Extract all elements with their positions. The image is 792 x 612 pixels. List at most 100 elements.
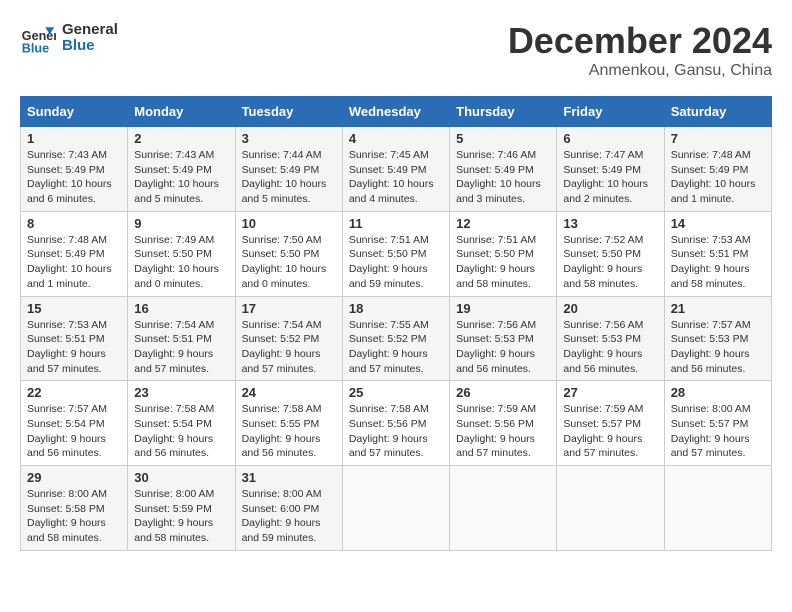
calendar-week-1: 1 Sunrise: 7:43 AM Sunset: 5:49 PM Dayli… xyxy=(21,127,772,212)
weekday-header-monday: Monday xyxy=(128,97,235,127)
calendar-cell: 24 Sunrise: 7:58 AM Sunset: 5:55 PM Dayl… xyxy=(235,381,342,466)
day-number: 24 xyxy=(242,385,336,400)
calendar-cell: 9 Sunrise: 7:49 AM Sunset: 5:50 PM Dayli… xyxy=(128,211,235,296)
day-number: 19 xyxy=(456,301,550,316)
calendar-cell: 10 Sunrise: 7:50 AM Sunset: 5:50 PM Dayl… xyxy=(235,211,342,296)
day-info: Sunrise: 7:43 AM Sunset: 5:49 PM Dayligh… xyxy=(134,148,228,207)
day-info: Sunrise: 7:58 AM Sunset: 5:56 PM Dayligh… xyxy=(349,402,443,461)
calendar-cell: 17 Sunrise: 7:54 AM Sunset: 5:52 PM Dayl… xyxy=(235,296,342,381)
weekday-header-wednesday: Wednesday xyxy=(342,97,449,127)
calendar-cell: 15 Sunrise: 7:53 AM Sunset: 5:51 PM Dayl… xyxy=(21,296,128,381)
calendar-cell: 1 Sunrise: 7:43 AM Sunset: 5:49 PM Dayli… xyxy=(21,127,128,212)
calendar-cell: 26 Sunrise: 7:59 AM Sunset: 5:56 PM Dayl… xyxy=(450,381,557,466)
weekday-header-thursday: Thursday xyxy=(450,97,557,127)
calendar-cell xyxy=(664,466,771,551)
day-info: Sunrise: 7:54 AM Sunset: 5:52 PM Dayligh… xyxy=(242,318,336,377)
day-number: 11 xyxy=(349,216,443,231)
day-number: 21 xyxy=(671,301,765,316)
day-info: Sunrise: 7:50 AM Sunset: 5:50 PM Dayligh… xyxy=(242,233,336,292)
day-number: 29 xyxy=(27,470,121,485)
calendar-cell: 6 Sunrise: 7:47 AM Sunset: 5:49 PM Dayli… xyxy=(557,127,664,212)
logo: General Blue GeneralBlue xyxy=(20,20,118,56)
day-info: Sunrise: 8:00 AM Sunset: 5:59 PM Dayligh… xyxy=(134,487,228,546)
day-number: 10 xyxy=(242,216,336,231)
calendar-cell: 21 Sunrise: 7:57 AM Sunset: 5:53 PM Dayl… xyxy=(664,296,771,381)
day-info: Sunrise: 7:57 AM Sunset: 5:53 PM Dayligh… xyxy=(671,318,765,377)
day-info: Sunrise: 7:53 AM Sunset: 5:51 PM Dayligh… xyxy=(27,318,121,377)
day-number: 1 xyxy=(27,131,121,146)
day-info: Sunrise: 7:51 AM Sunset: 5:50 PM Dayligh… xyxy=(456,233,550,292)
day-info: Sunrise: 7:58 AM Sunset: 5:54 PM Dayligh… xyxy=(134,402,228,461)
day-info: Sunrise: 7:51 AM Sunset: 5:50 PM Dayligh… xyxy=(349,233,443,292)
calendar-cell: 16 Sunrise: 7:54 AM Sunset: 5:51 PM Dayl… xyxy=(128,296,235,381)
calendar-cell: 31 Sunrise: 8:00 AM Sunset: 6:00 PM Dayl… xyxy=(235,466,342,551)
calendar-cell: 3 Sunrise: 7:44 AM Sunset: 5:49 PM Dayli… xyxy=(235,127,342,212)
day-info: Sunrise: 7:43 AM Sunset: 5:49 PM Dayligh… xyxy=(27,148,121,207)
calendar-cell: 27 Sunrise: 7:59 AM Sunset: 5:57 PM Dayl… xyxy=(557,381,664,466)
calendar-cell: 4 Sunrise: 7:45 AM Sunset: 5:49 PM Dayli… xyxy=(342,127,449,212)
day-number: 13 xyxy=(563,216,657,231)
day-number: 28 xyxy=(671,385,765,400)
page-header: General Blue GeneralBlue December 2024 A… xyxy=(20,20,772,80)
calendar-cell: 20 Sunrise: 7:56 AM Sunset: 5:53 PM Dayl… xyxy=(557,296,664,381)
day-info: Sunrise: 7:47 AM Sunset: 5:49 PM Dayligh… xyxy=(563,148,657,207)
day-info: Sunrise: 7:45 AM Sunset: 5:49 PM Dayligh… xyxy=(349,148,443,207)
calendar-body: 1 Sunrise: 7:43 AM Sunset: 5:49 PM Dayli… xyxy=(21,127,772,551)
day-number: 22 xyxy=(27,385,121,400)
calendar-cell: 5 Sunrise: 7:46 AM Sunset: 5:49 PM Dayli… xyxy=(450,127,557,212)
day-number: 4 xyxy=(349,131,443,146)
day-number: 17 xyxy=(242,301,336,316)
svg-text:Blue: Blue xyxy=(22,41,49,55)
day-info: Sunrise: 7:59 AM Sunset: 5:57 PM Dayligh… xyxy=(563,402,657,461)
calendar-cell xyxy=(557,466,664,551)
day-info: Sunrise: 7:44 AM Sunset: 5:49 PM Dayligh… xyxy=(242,148,336,207)
calendar-cell: 30 Sunrise: 8:00 AM Sunset: 5:59 PM Dayl… xyxy=(128,466,235,551)
day-info: Sunrise: 7:56 AM Sunset: 5:53 PM Dayligh… xyxy=(456,318,550,377)
day-number: 18 xyxy=(349,301,443,316)
calendar-cell: 29 Sunrise: 8:00 AM Sunset: 5:58 PM Dayl… xyxy=(21,466,128,551)
day-info: Sunrise: 7:57 AM Sunset: 5:54 PM Dayligh… xyxy=(27,402,121,461)
calendar-cell: 23 Sunrise: 7:58 AM Sunset: 5:54 PM Dayl… xyxy=(128,381,235,466)
day-number: 5 xyxy=(456,131,550,146)
weekday-header-sunday: Sunday xyxy=(21,97,128,127)
calendar-cell xyxy=(450,466,557,551)
weekday-header-tuesday: Tuesday xyxy=(235,97,342,127)
day-info: Sunrise: 7:48 AM Sunset: 5:49 PM Dayligh… xyxy=(27,233,121,292)
day-info: Sunrise: 8:00 AM Sunset: 5:57 PM Dayligh… xyxy=(671,402,765,461)
day-info: Sunrise: 7:58 AM Sunset: 5:55 PM Dayligh… xyxy=(242,402,336,461)
day-number: 7 xyxy=(671,131,765,146)
day-info: Sunrise: 7:49 AM Sunset: 5:50 PM Dayligh… xyxy=(134,233,228,292)
calendar-cell: 13 Sunrise: 7:52 AM Sunset: 5:50 PM Dayl… xyxy=(557,211,664,296)
calendar-week-2: 8 Sunrise: 7:48 AM Sunset: 5:49 PM Dayli… xyxy=(21,211,772,296)
day-number: 25 xyxy=(349,385,443,400)
calendar-week-5: 29 Sunrise: 8:00 AM Sunset: 5:58 PM Dayl… xyxy=(21,466,772,551)
calendar-cell: 25 Sunrise: 7:58 AM Sunset: 5:56 PM Dayl… xyxy=(342,381,449,466)
day-number: 3 xyxy=(242,131,336,146)
day-info: Sunrise: 7:59 AM Sunset: 5:56 PM Dayligh… xyxy=(456,402,550,461)
calendar-table: SundayMondayTuesdayWednesdayThursdayFrid… xyxy=(20,96,772,551)
logo-text: GeneralBlue xyxy=(62,22,118,55)
day-number: 9 xyxy=(134,216,228,231)
day-number: 6 xyxy=(563,131,657,146)
calendar-cell: 12 Sunrise: 7:51 AM Sunset: 5:50 PM Dayl… xyxy=(450,211,557,296)
calendar-cell: 7 Sunrise: 7:48 AM Sunset: 5:49 PM Dayli… xyxy=(664,127,771,212)
day-number: 20 xyxy=(563,301,657,316)
day-number: 16 xyxy=(134,301,228,316)
month-title: December 2024 xyxy=(508,20,772,62)
day-number: 30 xyxy=(134,470,228,485)
calendar-cell xyxy=(342,466,449,551)
calendar-cell: 28 Sunrise: 8:00 AM Sunset: 5:57 PM Dayl… xyxy=(664,381,771,466)
day-info: Sunrise: 7:55 AM Sunset: 5:52 PM Dayligh… xyxy=(349,318,443,377)
day-info: Sunrise: 7:56 AM Sunset: 5:53 PM Dayligh… xyxy=(563,318,657,377)
day-number: 15 xyxy=(27,301,121,316)
location-title: Anmenkou, Gansu, China xyxy=(508,62,772,80)
weekday-header-saturday: Saturday xyxy=(664,97,771,127)
logo-icon: General Blue xyxy=(20,20,56,56)
calendar-cell: 8 Sunrise: 7:48 AM Sunset: 5:49 PM Dayli… xyxy=(21,211,128,296)
calendar-cell: 22 Sunrise: 7:57 AM Sunset: 5:54 PM Dayl… xyxy=(21,381,128,466)
day-info: Sunrise: 7:53 AM Sunset: 5:51 PM Dayligh… xyxy=(671,233,765,292)
day-info: Sunrise: 7:54 AM Sunset: 5:51 PM Dayligh… xyxy=(134,318,228,377)
day-number: 31 xyxy=(242,470,336,485)
day-number: 26 xyxy=(456,385,550,400)
day-info: Sunrise: 8:00 AM Sunset: 5:58 PM Dayligh… xyxy=(27,487,121,546)
